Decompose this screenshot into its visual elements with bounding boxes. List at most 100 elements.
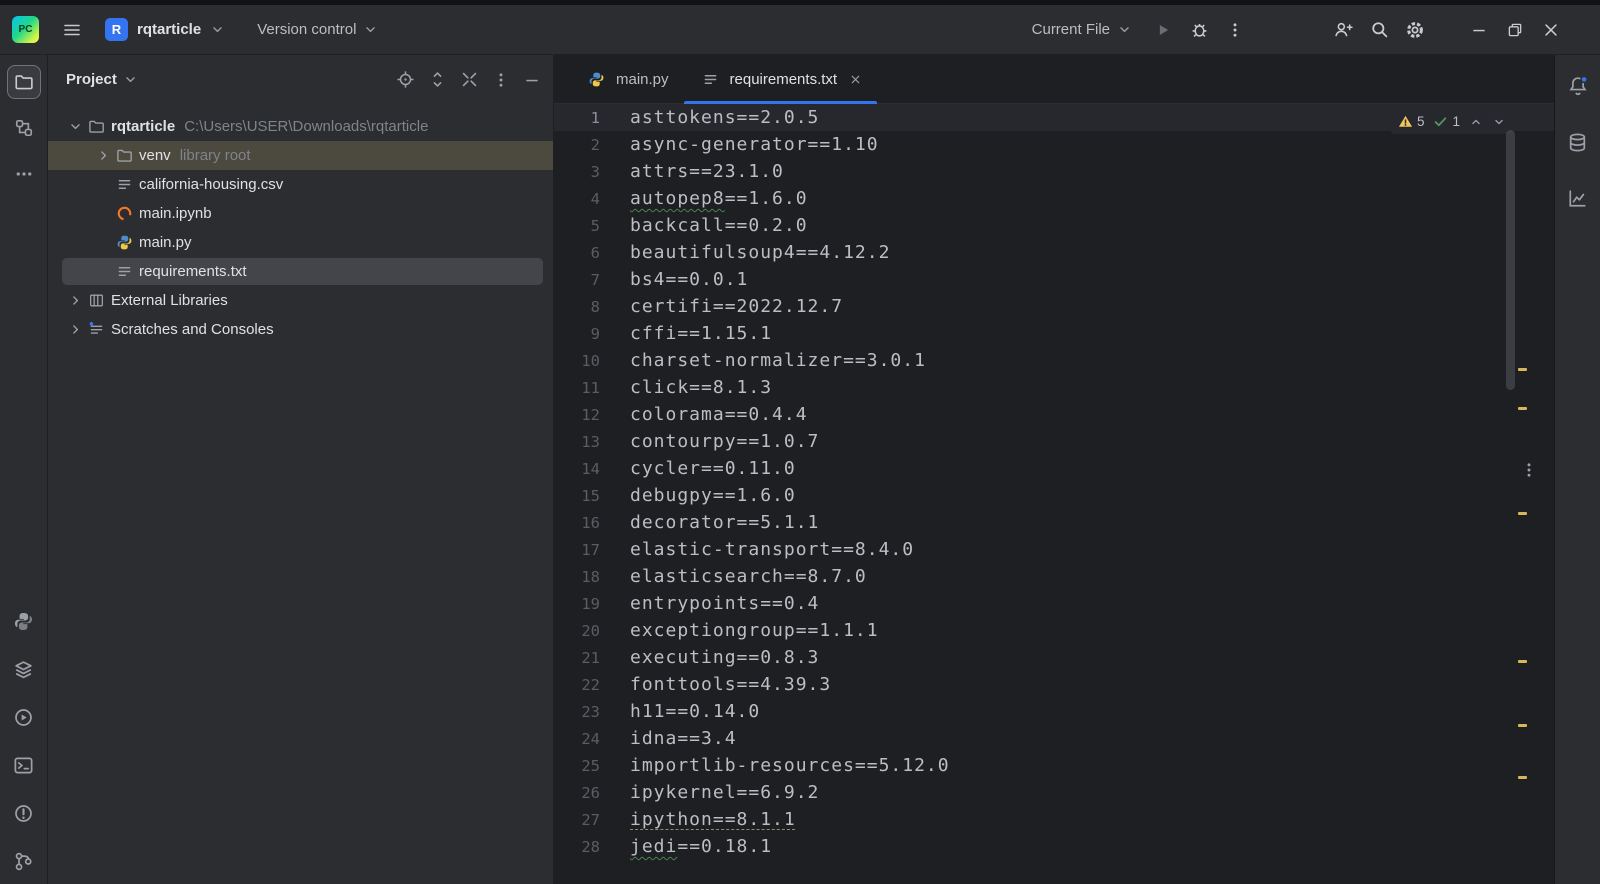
run-tool-button[interactable]: [7, 700, 41, 734]
line-number[interactable]: 20: [554, 622, 600, 640]
code-line-7[interactable]: 7bs4==0.0.1: [554, 266, 1554, 293]
line-number[interactable]: 18: [554, 568, 600, 586]
panel-options-button[interactable]: [492, 71, 510, 89]
warning-stripe-mark[interactable]: [1518, 407, 1527, 410]
line-number[interactable]: 15: [554, 487, 600, 505]
line-number[interactable]: 11: [554, 379, 600, 397]
code-line-12[interactable]: 12colorama==0.4.4: [554, 401, 1554, 428]
warning-stripe-mark[interactable]: [1518, 660, 1527, 663]
line-number[interactable]: 9: [554, 325, 600, 343]
code-line-3[interactable]: 3attrs==23.1.0: [554, 158, 1554, 185]
code-line-25[interactable]: 25importlib-resources==5.12.0: [554, 752, 1554, 779]
commit-tool-button[interactable]: [7, 111, 41, 145]
project-selector[interactable]: R rqtarticle: [105, 18, 225, 41]
code-line-23[interactable]: 23h11==0.14.0: [554, 698, 1554, 725]
code-line-28[interactable]: 28jedi==0.18.1: [554, 833, 1554, 860]
code-line-14[interactable]: 14cycler==0.11.0: [554, 455, 1554, 482]
debug-button[interactable]: [1184, 15, 1214, 45]
warning-stripe-mark[interactable]: [1518, 368, 1527, 371]
warning-stripe-mark[interactable]: [1518, 512, 1527, 515]
run-button[interactable]: [1148, 15, 1178, 45]
line-number[interactable]: 12: [554, 406, 600, 424]
search-everywhere-button[interactable]: [1364, 15, 1394, 45]
tree-item-california-housing-csv[interactable]: california-housing.csv: [48, 170, 553, 199]
code-line-2[interactable]: 2async-generator==1.10: [554, 131, 1554, 158]
code-line-18[interactable]: 18elasticsearch==8.7.0: [554, 563, 1554, 590]
code-with-me-button[interactable]: [1328, 15, 1358, 45]
expand-all-button[interactable]: [428, 70, 447, 89]
tab-requirements-txt[interactable]: requirements.txt: [684, 55, 878, 103]
tree-item-venv[interactable]: venvlibrary root: [48, 141, 553, 170]
line-number[interactable]: 14: [554, 460, 600, 478]
code-line-15[interactable]: 15debugpy==1.6.0: [554, 482, 1554, 509]
line-number[interactable]: 27: [554, 811, 600, 829]
warning-stripe-mark[interactable]: [1518, 776, 1527, 779]
close-button[interactable]: [1536, 15, 1566, 45]
minimize-button[interactable]: [1464, 15, 1494, 45]
tree-item-scratches-and-consoles[interactable]: Scratches and Consoles: [48, 315, 553, 344]
code-line-13[interactable]: 13contourpy==1.0.7: [554, 428, 1554, 455]
previous-problem-button[interactable]: [1469, 115, 1483, 129]
run-configuration-selector[interactable]: Current File: [1032, 21, 1132, 38]
code-line-17[interactable]: 17elastic-transport==8.4.0: [554, 536, 1554, 563]
chart-tool-button[interactable]: [1561, 181, 1595, 215]
chevron-right-icon[interactable]: [66, 293, 85, 308]
code-line-21[interactable]: 21executing==0.8.3: [554, 644, 1554, 671]
project-tool-button[interactable]: [7, 65, 41, 99]
main-menu-button[interactable]: [57, 15, 87, 45]
code-line-4[interactable]: 4autopep8==1.6.0: [554, 185, 1554, 212]
chevron-down-icon[interactable]: [66, 119, 85, 134]
code-line-11[interactable]: 11click==8.1.3: [554, 374, 1554, 401]
more-actions-button[interactable]: [1220, 15, 1250, 45]
line-number[interactable]: 3: [554, 163, 600, 181]
line-number[interactable]: 21: [554, 649, 600, 667]
code-line-26[interactable]: 26ipykernel==6.9.2: [554, 779, 1554, 806]
hide-panel-button[interactable]: [523, 71, 541, 89]
warnings-badge[interactable]: 5: [1398, 114, 1425, 129]
tab-main-py[interactable]: main.py: [570, 55, 684, 103]
code-line-24[interactable]: 24idna==3.4: [554, 725, 1554, 752]
more-tool-windows-button[interactable]: [7, 157, 41, 191]
code-line-16[interactable]: 16decorator==5.1.1: [554, 509, 1554, 536]
line-number[interactable]: 2: [554, 136, 600, 154]
problems-tool-button[interactable]: [7, 796, 41, 830]
chevron-right-icon[interactable]: [94, 148, 113, 163]
line-number[interactable]: 16: [554, 514, 600, 532]
project-panel-title[interactable]: Project: [66, 71, 117, 88]
code-line-5[interactable]: 5backcall==0.2.0: [554, 212, 1554, 239]
tree-item-main-ipynb[interactable]: main.ipynb: [48, 199, 553, 228]
code-line-10[interactable]: 10charset-normalizer==3.0.1: [554, 347, 1554, 374]
code-line-27[interactable]: 27ipython==8.1.1: [554, 806, 1554, 833]
select-opened-file-button[interactable]: [396, 70, 415, 89]
code-line-8[interactable]: 8certifi==2022.12.7: [554, 293, 1554, 320]
python-packages-tool-button[interactable]: [7, 604, 41, 638]
code-line-6[interactable]: 6beautifulsoup4==4.12.2: [554, 239, 1554, 266]
notifications-tool-button[interactable]: [1561, 69, 1595, 103]
terminal-tool-button[interactable]: [7, 748, 41, 782]
passed-badge[interactable]: 1: [1433, 114, 1460, 129]
code-line-22[interactable]: 22fonttools==4.39.3: [554, 671, 1554, 698]
line-number[interactable]: 1: [554, 109, 600, 127]
line-number[interactable]: 19: [554, 595, 600, 613]
settings-button[interactable]: [1400, 15, 1430, 45]
line-number[interactable]: 25: [554, 757, 600, 775]
close-tab-icon[interactable]: [849, 73, 862, 86]
tree-item-main-py[interactable]: main.py: [48, 228, 553, 257]
line-number[interactable]: 8: [554, 298, 600, 316]
code-line-9[interactable]: 9cffi==1.15.1: [554, 320, 1554, 347]
line-number[interactable]: 13: [554, 433, 600, 451]
chevron-right-icon[interactable]: [66, 322, 85, 337]
version-control-tool-button[interactable]: [7, 844, 41, 878]
line-number[interactable]: 26: [554, 784, 600, 802]
line-number[interactable]: 24: [554, 730, 600, 748]
line-number[interactable]: 10: [554, 352, 600, 370]
warning-stripe-mark[interactable]: [1518, 724, 1527, 727]
chevron-down-icon[interactable]: [123, 72, 138, 87]
line-number[interactable]: 5: [554, 217, 600, 235]
tree-item-rqtarticle[interactable]: rqtarticleC:\Users\USER\Downloads\rqtart…: [48, 112, 553, 141]
code-line-20[interactable]: 20exceptiongroup==1.1.1: [554, 617, 1554, 644]
collapse-all-button[interactable]: [460, 70, 479, 89]
line-number[interactable]: 22: [554, 676, 600, 694]
line-number[interactable]: 17: [554, 541, 600, 559]
services-tool-button[interactable]: [7, 652, 41, 686]
